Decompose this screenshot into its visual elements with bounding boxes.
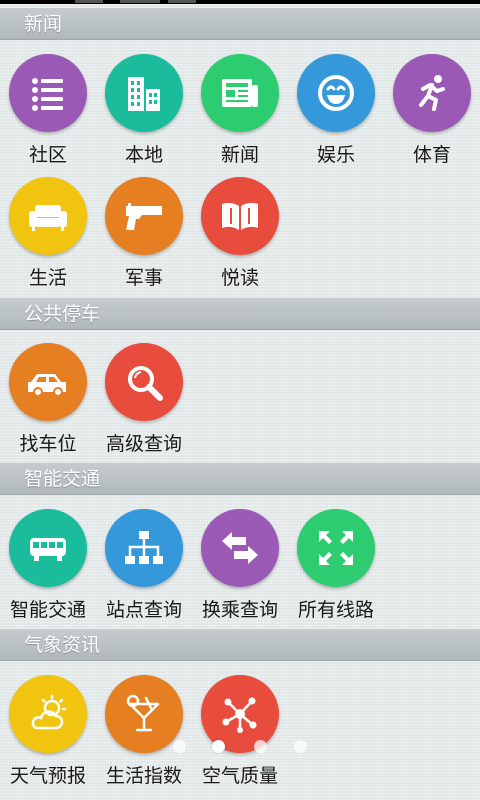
tile-label: 悦读 — [220, 267, 259, 289]
section-header-news: 新闻 — [0, 8, 480, 40]
newspaper-icon — [201, 54, 279, 132]
magnifier-icon — [105, 343, 183, 421]
sitemap-icon — [105, 509, 183, 587]
tile-label: 军事 — [124, 267, 163, 289]
runner-icon — [393, 54, 471, 132]
tile-label: 生活指数 — [105, 765, 182, 787]
tile-label: 体育 — [412, 144, 451, 166]
tile-label: 所有线路 — [297, 599, 374, 621]
tile-community[interactable]: 社区 — [0, 54, 96, 174]
tile-label: 找车位 — [19, 433, 77, 455]
tile-label: 本地 — [124, 144, 163, 166]
page-dot-active[interactable] — [212, 740, 225, 753]
page-dot[interactable] — [254, 740, 267, 753]
smiley-icon — [297, 54, 375, 132]
tile-weather-forecast[interactable]: 天气预报 — [0, 675, 96, 795]
page-indicator — [0, 740, 480, 756]
tile-label: 智能交通 — [9, 599, 86, 621]
tile-all-routes[interactable]: 所有线路 — [288, 509, 384, 629]
section-header-traffic: 智能交通 — [0, 463, 480, 495]
tile-smart-traffic[interactable]: 智能交通 — [0, 509, 96, 629]
status-bar — [0, 0, 480, 4]
tile-life[interactable]: 生活 — [0, 177, 96, 297]
tile-label: 换乘查询 — [201, 599, 278, 621]
list-icon — [9, 54, 87, 132]
tile-label: 社区 — [28, 144, 67, 166]
tile-label: 娱乐 — [316, 144, 355, 166]
section-header-weather: 气象资讯 — [0, 629, 480, 661]
swap-arrows-icon — [201, 509, 279, 587]
tile-advanced-search[interactable]: 高级查询 — [96, 343, 192, 463]
car-icon — [9, 343, 87, 421]
pistol-icon — [105, 177, 183, 255]
tile-label: 空气质量 — [201, 765, 278, 787]
tile-label: 生活 — [28, 267, 67, 289]
page-dot[interactable] — [294, 740, 307, 753]
tile-sports[interactable]: 体育 — [384, 54, 480, 174]
tile-military[interactable]: 军事 — [96, 177, 192, 297]
tile-reading[interactable]: 悦读 — [192, 177, 288, 297]
bus-icon — [9, 509, 87, 587]
book-icon — [201, 177, 279, 255]
section-header-parking: 公共停车 — [0, 298, 480, 330]
buildings-icon — [105, 54, 183, 132]
tile-air-quality[interactable]: 空气质量 — [192, 675, 288, 795]
page-dot[interactable] — [173, 740, 186, 753]
tile-label: 站点查询 — [105, 599, 182, 621]
tile-news[interactable]: 新闻 — [192, 54, 288, 174]
tile-label: 天气预报 — [9, 765, 86, 787]
tile-find-parking[interactable]: 找车位 — [0, 343, 96, 463]
tile-station-search[interactable]: 站点查询 — [96, 509, 192, 629]
sofa-icon — [9, 177, 87, 255]
expand-arrows-icon — [297, 509, 375, 587]
tile-entertainment[interactable]: 娱乐 — [288, 54, 384, 174]
tile-label: 新闻 — [220, 144, 259, 166]
tile-label: 高级查询 — [105, 433, 182, 455]
tile-local[interactable]: 本地 — [96, 54, 192, 174]
tile-life-index[interactable]: 生活指数 — [96, 675, 192, 795]
tile-transfer-search[interactable]: 换乘查询 — [192, 509, 288, 629]
